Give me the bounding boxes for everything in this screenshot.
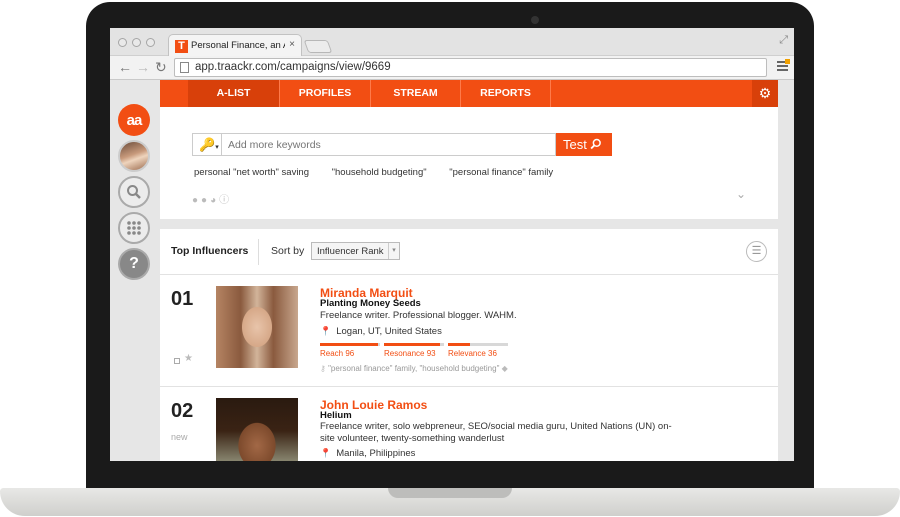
resonance-label: Resonance 93	[384, 349, 436, 358]
browser-tabbar: T Personal Finance, an A-List × ⤢	[110, 28, 794, 57]
browser-window: T Personal Finance, an A-List × ⤢ ← → ↻ …	[110, 28, 794, 461]
influencer-row[interactable]: 02 new John Louie Ramos Helium Freelance…	[160, 388, 778, 461]
tag-icon[interactable]: ◆	[499, 364, 508, 373]
info-icon[interactable]: ⓘ	[219, 195, 232, 206]
new-tab-button[interactable]	[303, 40, 333, 53]
tab-stream[interactable]: STREAM	[371, 80, 461, 107]
search-icon[interactable]	[118, 176, 150, 208]
tab-a-list[interactable]: A-LIST	[188, 80, 280, 107]
keyword-list: personal "net worth" saving "household b…	[194, 167, 573, 178]
test-button[interactable]: Test	[556, 133, 612, 156]
address-bar[interactable]: app.traackr.com/campaigns/view/9669	[174, 58, 767, 77]
page-icon	[180, 62, 189, 73]
browser-menu-icon[interactable]	[777, 59, 790, 73]
influencer-row[interactable]: 01 ★ Miranda Marquit Planting Money Seed…	[160, 276, 778, 387]
results-header: Top Influencers Sort by Influencer Rank …	[160, 229, 778, 275]
influencer-location: 📍 Manila, Philippines	[320, 448, 415, 459]
matched-keywords: ⚷ "personal finance" family, "household …	[320, 364, 508, 373]
forward-arrow-icon[interactable]: →	[136, 59, 150, 75]
list-view-icon[interactable]: ☰	[746, 241, 767, 262]
pie-chart-icon[interactable]: ◕	[210, 195, 219, 206]
results-title: Top Influencers	[171, 245, 249, 257]
resonance-bar	[384, 343, 444, 346]
rank-number: 01	[171, 288, 194, 310]
traackr-favicon-icon: T	[175, 40, 188, 53]
test-button-label: Test	[563, 137, 587, 152]
select-checkbox[interactable]	[174, 358, 180, 364]
reach-bar-fill	[320, 343, 378, 346]
resonance-bar-fill	[384, 343, 440, 346]
reload-icon[interactable]: ↻	[155, 59, 167, 76]
influencer-photo[interactable]	[216, 286, 298, 368]
minimize-window-button[interactable]	[132, 38, 141, 47]
results-panel: Top Influencers Sort by Influencer Rank …	[160, 229, 778, 461]
influencer-bio: Freelance writer. Professional blogger. …	[320, 310, 517, 321]
tab-profiles[interactable]: PROFILES	[280, 80, 371, 107]
influencer-photo[interactable]	[216, 398, 298, 461]
influencer-bio: Freelance writer, solo webpreneur, SEO/s…	[320, 421, 672, 444]
keyword-input[interactable]	[222, 133, 556, 156]
left-rail: aa ?	[110, 80, 158, 461]
fullscreen-icon[interactable]: ⤢	[779, 34, 788, 47]
keyword-item[interactable]: personal "net worth" saving	[194, 167, 309, 178]
close-window-button[interactable]	[118, 38, 127, 47]
influencer-blog[interactable]: Planting Money Seeds	[320, 298, 421, 309]
tab-reports[interactable]: REPORTS	[461, 80, 551, 107]
influencer-blog[interactable]: Helium	[320, 410, 352, 421]
matched-keywords-text: "personal finance" family, "household bu…	[328, 364, 500, 373]
reach-bar	[320, 343, 380, 346]
new-badge: new	[171, 432, 188, 442]
relevance-bar	[448, 343, 508, 346]
comment-icon[interactable]: ●	[201, 195, 210, 206]
location-pin-icon: 📍	[320, 326, 332, 336]
fire-icon[interactable]: ●	[192, 195, 201, 206]
zoom-window-button[interactable]	[146, 38, 155, 47]
browser-toolbar: ← → ↻ app.traackr.com/campaigns/view/966…	[110, 56, 794, 80]
grid-apps-icon[interactable]	[118, 212, 150, 244]
star-icon[interactable]: ★	[184, 353, 193, 364]
main-navbar: A-LIST PROFILES STREAM REPORTS ⚙	[160, 80, 778, 107]
sort-label: Sort by	[271, 245, 305, 257]
location-text: Logan, UT, United States	[336, 326, 442, 337]
score-bars: Reach 96 Resonance 93 Relevance 36	[320, 343, 510, 363]
header-divider	[258, 239, 259, 265]
app-content: aa ? A-LIST PROFILES STREAM REPORTS ⚙ 🔑▾	[110, 80, 794, 461]
chevron-down-icon[interactable]: ⌄	[736, 187, 746, 201]
keyword-panel: 🔑▾ Test personal "net worth" saving "hou…	[160, 107, 778, 219]
browser-tab[interactable]: T Personal Finance, an A-List ×	[168, 34, 302, 57]
influencer-location: 📍 Logan, UT, United States	[320, 326, 442, 337]
sort-select-value: Influencer Rank	[317, 246, 384, 257]
sort-select[interactable]: Influencer Rank ▾	[311, 242, 400, 260]
reach-label: Reach 96	[320, 349, 355, 358]
keyword-item[interactable]: "personal finance" family	[449, 167, 553, 178]
camera-icon	[531, 16, 539, 24]
key-icon: 🔑	[199, 137, 216, 152]
laptop-notch	[388, 488, 512, 498]
key-icon: ⚷	[320, 364, 329, 373]
search-icon	[590, 138, 602, 150]
rank-number: 02	[171, 400, 194, 422]
location-pin-icon: 📍	[320, 448, 332, 458]
keyword-options-button[interactable]: 🔑▾	[192, 133, 222, 156]
help-icon[interactable]: ?	[118, 248, 150, 280]
traackr-logo-icon[interactable]: aa	[118, 104, 150, 136]
location-text: Manila, Philippines	[336, 448, 416, 459]
keyword-item[interactable]: "household budgeting"	[332, 167, 427, 178]
gear-icon[interactable]: ⚙	[752, 80, 778, 107]
tab-close-icon[interactable]: ×	[289, 39, 295, 50]
chevron-down-icon: ▾	[388, 243, 399, 259]
relevance-label: Relevance 36	[448, 349, 497, 358]
back-arrow-icon[interactable]: ←	[118, 59, 132, 75]
user-avatar[interactable]	[118, 140, 150, 172]
keyword-source-icons: ●●◕ⓘ	[192, 191, 232, 206]
tab-title: Personal Finance, an A-List	[191, 40, 285, 51]
url-text: app.traackr.com/campaigns/view/9669	[195, 61, 391, 73]
relevance-bar-fill	[448, 343, 470, 346]
